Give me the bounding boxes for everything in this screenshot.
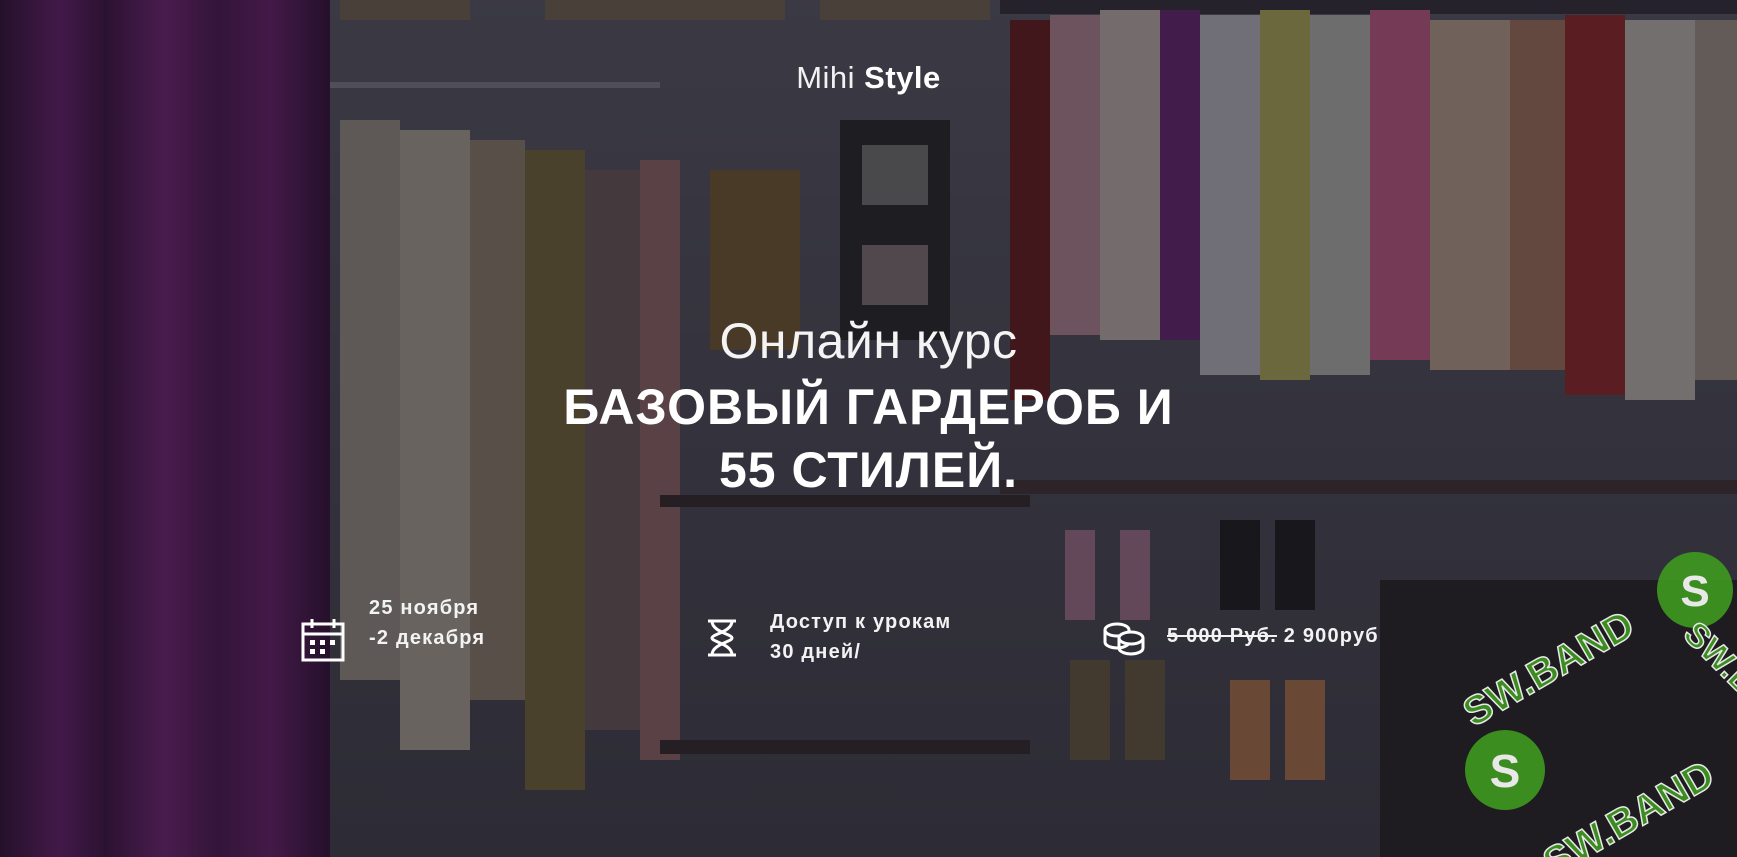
site-logo[interactable]: Mihi Style (0, 60, 1737, 96)
watermark-text-2: SW.BAND (1536, 753, 1722, 857)
coins-icon (1103, 622, 1145, 656)
course-title: БАЗОВЫЙ ГАРДЕРОБ И 55 СТИЛЕЙ. (0, 376, 1737, 502)
watermark-text: SW.BAND (1456, 603, 1642, 736)
logo-text-light: Mihi (796, 60, 856, 95)
access-label: Доступ к урокам (770, 611, 952, 633)
calendar-icon (301, 619, 345, 662)
access-duration: 30 дней/ (770, 641, 862, 663)
old-price: 5 000 Руб. (1167, 625, 1277, 647)
watermark-logo: S S SW.BAND SW.BAND SW.BAND (1455, 552, 1737, 857)
watermark-text-3: SW.BAND (1676, 615, 1737, 755)
course-title-line-1: БАЗОВЫЙ ГАРДЕРОБ И (563, 379, 1174, 435)
svg-text:S: S (1680, 567, 1709, 616)
hourglass-icon (708, 619, 736, 657)
course-subtitle: Онлайн курс (719, 313, 1018, 369)
svg-text:S: S (1490, 745, 1521, 797)
dates-start: 25 ноября (369, 597, 480, 619)
course-title-line-2: 55 СТИЛЕЙ. (718, 442, 1019, 498)
logo-text-bold: Style (864, 60, 941, 95)
dates-end: -2 декабря (369, 627, 486, 649)
